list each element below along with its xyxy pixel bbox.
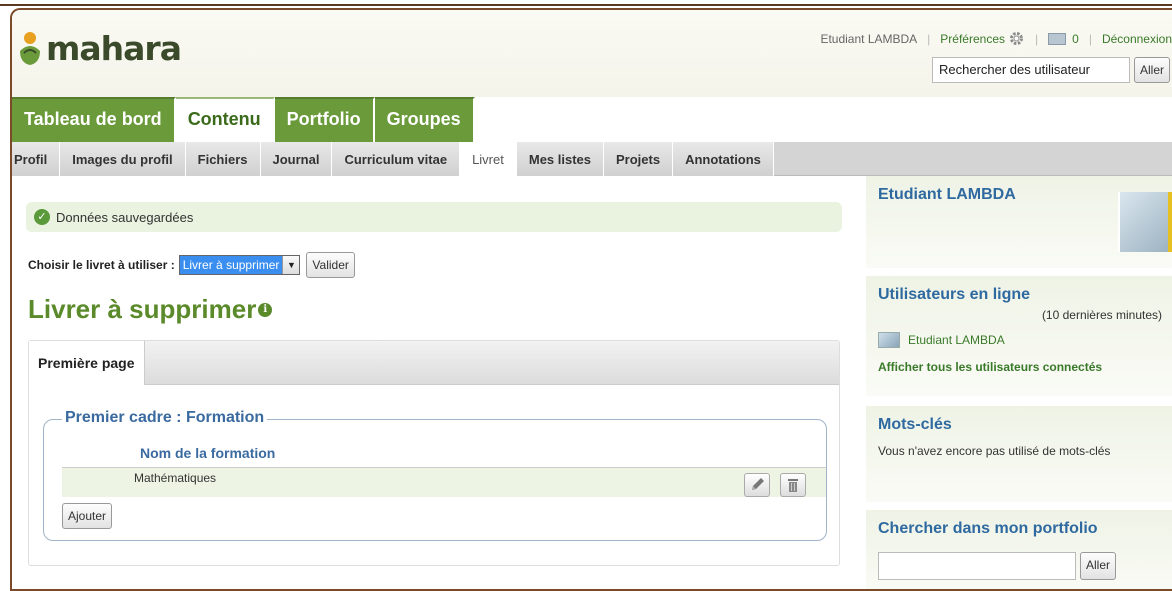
booklet-select-value: Livrer à supprimer [179, 256, 283, 274]
frame-legend: Premier cadre : Formation [62, 409, 268, 427]
portfolio-search-button[interactable]: Aller [1080, 552, 1117, 580]
tags-title: Mots-clés [878, 416, 952, 433]
tags-text: Vous n'avez encore pas utilisé de mots-c… [878, 444, 1111, 458]
portfolio-search-title: Chercher dans mon portfolio [878, 520, 1098, 537]
online-users-block: Utilisateurs en ligne (10 dernières minu… [866, 276, 1172, 396]
portfolio-search-block: Chercher dans mon portfolio Aller [866, 510, 1172, 589]
page-frame: mahara Etudiant LAMBDA | Préférences | 0… [10, 8, 1172, 591]
user-name-link[interactable]: Etudiant LAMBDA [820, 32, 917, 46]
mail-icon[interactable] [1048, 32, 1067, 45]
table-row: Mathématiques [62, 467, 826, 497]
separator: | [1088, 31, 1092, 46]
portfolio-search-input[interactable] [878, 552, 1076, 580]
subtab-resume[interactable]: Curriculum vitae [332, 142, 461, 176]
success-message: ✓ Données sauvegardées [26, 202, 842, 232]
show-all-online-link[interactable]: Afficher tous les utilisateurs connectés [878, 360, 1162, 374]
subtab-annotations[interactable]: Annotations [673, 142, 774, 176]
site-header: mahara Etudiant LAMBDA | Préférences | 0… [12, 10, 1172, 97]
tab-dashboard[interactable]: Tableau de bord [12, 97, 176, 142]
edit-icon[interactable] [744, 473, 770, 497]
user-search-input[interactable]: Rechercher des utilisateur [931, 57, 1130, 83]
subtab-projects[interactable]: Projets [604, 142, 674, 176]
online-user-name[interactable]: Etudiant LAMBDA [908, 333, 1005, 347]
check-icon: ✓ [34, 209, 50, 225]
chevron-down-icon[interactable]: ▼ [282, 256, 300, 274]
separator: | [1035, 31, 1039, 46]
validate-button[interactable]: Valider [306, 252, 355, 278]
window-top-border [0, 0, 1172, 6]
brand-name: mahara [46, 28, 182, 68]
online-user-item[interactable]: Etudiant LAMBDA [878, 332, 1162, 348]
avatar [878, 332, 900, 348]
user-navigation: Etudiant LAMBDA | Préférences | 0 | Déco… [820, 30, 1172, 47]
subtab-journal[interactable]: Journal [260, 142, 333, 176]
page-tabs: Première page [29, 341, 839, 385]
tab-groups[interactable]: Groupes [374, 97, 475, 142]
profile-picture-edge [1168, 192, 1172, 252]
gear-icon[interactable] [1008, 30, 1025, 47]
chooser-label: Choisir le livret à utiliser : [28, 258, 175, 272]
booklet-select[interactable]: Livrer à supprimer ▼ [178, 255, 301, 275]
tab-portfolio[interactable]: Portfolio [274, 97, 375, 142]
main-navigation: Tableau de bord Contenu Portfolio Groupe… [12, 97, 475, 142]
user-search: Rechercher des utilisateur Aller [931, 57, 1170, 83]
sub-navigation: Profil Images du profil Fichiers Journal… [12, 142, 1172, 176]
frame-fieldset: Premier cadre : Formation Nom de la form… [43, 409, 827, 541]
column-header: Nom de la formation [140, 445, 276, 461]
subtab-files[interactable]: Fichiers [185, 142, 261, 176]
profile-picture[interactable] [1118, 192, 1172, 252]
separator: | [927, 31, 931, 46]
online-users-title: Utilisateurs en ligne [878, 286, 1031, 303]
profile-block: Etudiant LAMBDA [866, 176, 1172, 268]
site-logo[interactable]: mahara [16, 26, 182, 70]
page-title-text: Livrer à supprimer [28, 294, 257, 324]
trash-icon[interactable] [780, 473, 806, 497]
mahara-logo-icon [16, 29, 44, 67]
subtab-booklet[interactable]: Livret [460, 142, 517, 176]
page-title: Livrer à supprimer i [28, 294, 273, 325]
tags-block: Mots-clés Vous n'avez encore pas utilisé… [866, 406, 1172, 502]
sidebar: Etudiant LAMBDA Utilisateurs en ligne (1… [866, 176, 1172, 589]
main-content: ✓ Données sauvegardées Choisir le livret… [12, 176, 862, 589]
row-value: Mathématiques [134, 471, 217, 485]
info-icon[interactable]: i [258, 302, 273, 317]
subtab-my-lists[interactable]: Mes listes [516, 142, 605, 176]
add-button[interactable]: Ajouter [62, 503, 113, 529]
online-users-note: (10 dernières minutes) [1041, 308, 1162, 322]
success-text: Données sauvegardées [56, 209, 194, 225]
tab-first-page[interactable]: Première page [29, 341, 145, 385]
user-search-button[interactable]: Aller [1133, 57, 1170, 83]
portfolio-search-row: Aller [878, 552, 1162, 580]
booklet-chooser: Choisir le livret à utiliser : Livrer à … [28, 252, 355, 278]
preferences-link[interactable]: Préférences [940, 32, 1005, 46]
inbox-count[interactable]: 0 [1072, 32, 1079, 46]
tab-content[interactable]: Contenu [175, 97, 275, 142]
subtab-profile-images[interactable]: Images du profil [60, 142, 186, 176]
logout-link[interactable]: Déconnexion [1102, 32, 1172, 46]
booklet-page-panel: Première page Premier cadre : Formation … [28, 340, 840, 566]
subtab-profile[interactable]: Profil [12, 142, 61, 176]
